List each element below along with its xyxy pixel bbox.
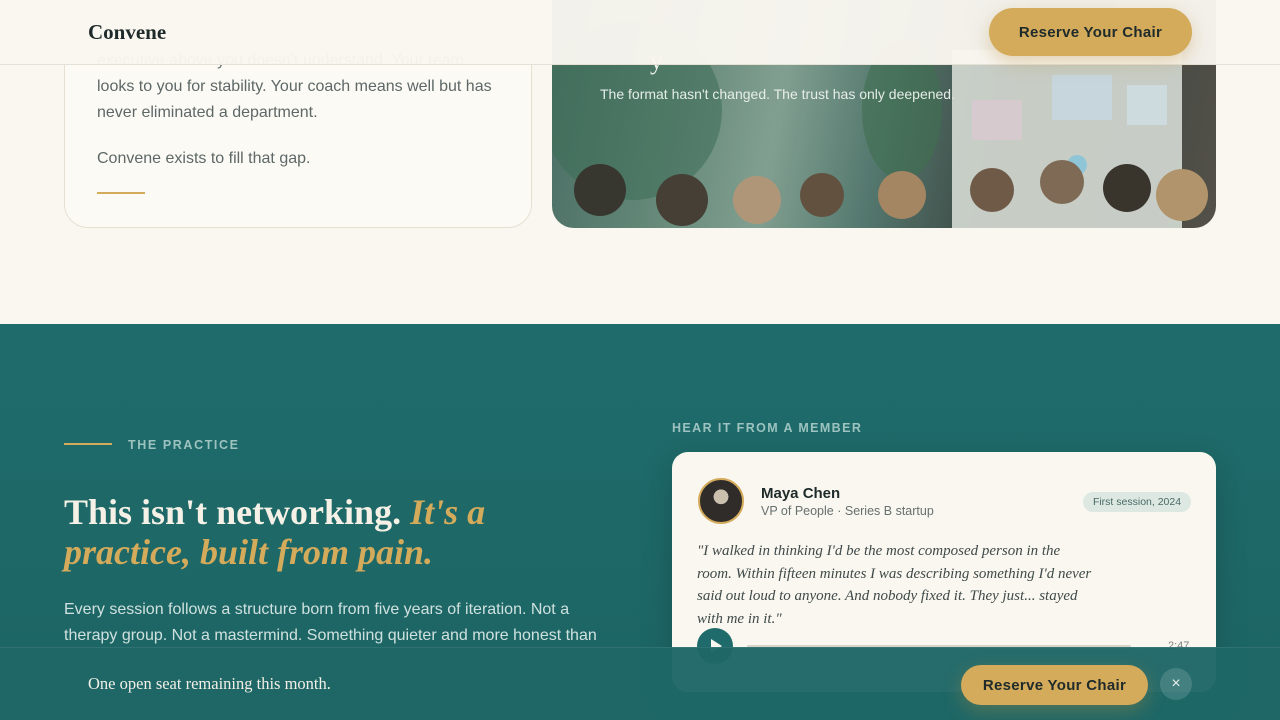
member-name: Maya Chen	[761, 485, 841, 502]
photo-caption: The format hasn't changed. The trust has…	[600, 86, 955, 102]
logo[interactable]: Convene	[88, 20, 166, 45]
site-header: Convene Reserve Your Chair	[0, 0, 1280, 65]
member-avatar	[698, 478, 744, 524]
sticky-message: One open seat remaining this month.	[88, 674, 331, 693]
close-icon[interactable]: ×	[1160, 668, 1192, 700]
section-body: Every session follows a structure born f…	[64, 601, 597, 644]
intro-closing: Convene exists to fill that gap.	[97, 150, 311, 167]
member-quote: "I walked in thinking I'd be the most co…	[697, 543, 1092, 627]
testimonial-label: HEAR IT FROM A MEMBER	[672, 421, 863, 435]
sticky-reserve-button[interactable]: Reserve Your Chair	[961, 665, 1148, 705]
heading-plain: This isn't networking.	[64, 492, 402, 532]
reserve-chair-button[interactable]: Reserve Your Chair	[989, 8, 1192, 56]
session-badge: First session, 2024	[1083, 492, 1191, 512]
section-eyebrow: THE PRACTICE	[128, 438, 240, 452]
section-heading: This isn't networking. It's a practice, …	[64, 492, 584, 572]
gold-divider	[97, 192, 145, 194]
member-role: VP of People · Series B startup	[761, 504, 934, 518]
eyebrow-divider	[64, 443, 112, 445]
intro-paragraph: looks to you for stability. Your coach m…	[97, 78, 492, 121]
